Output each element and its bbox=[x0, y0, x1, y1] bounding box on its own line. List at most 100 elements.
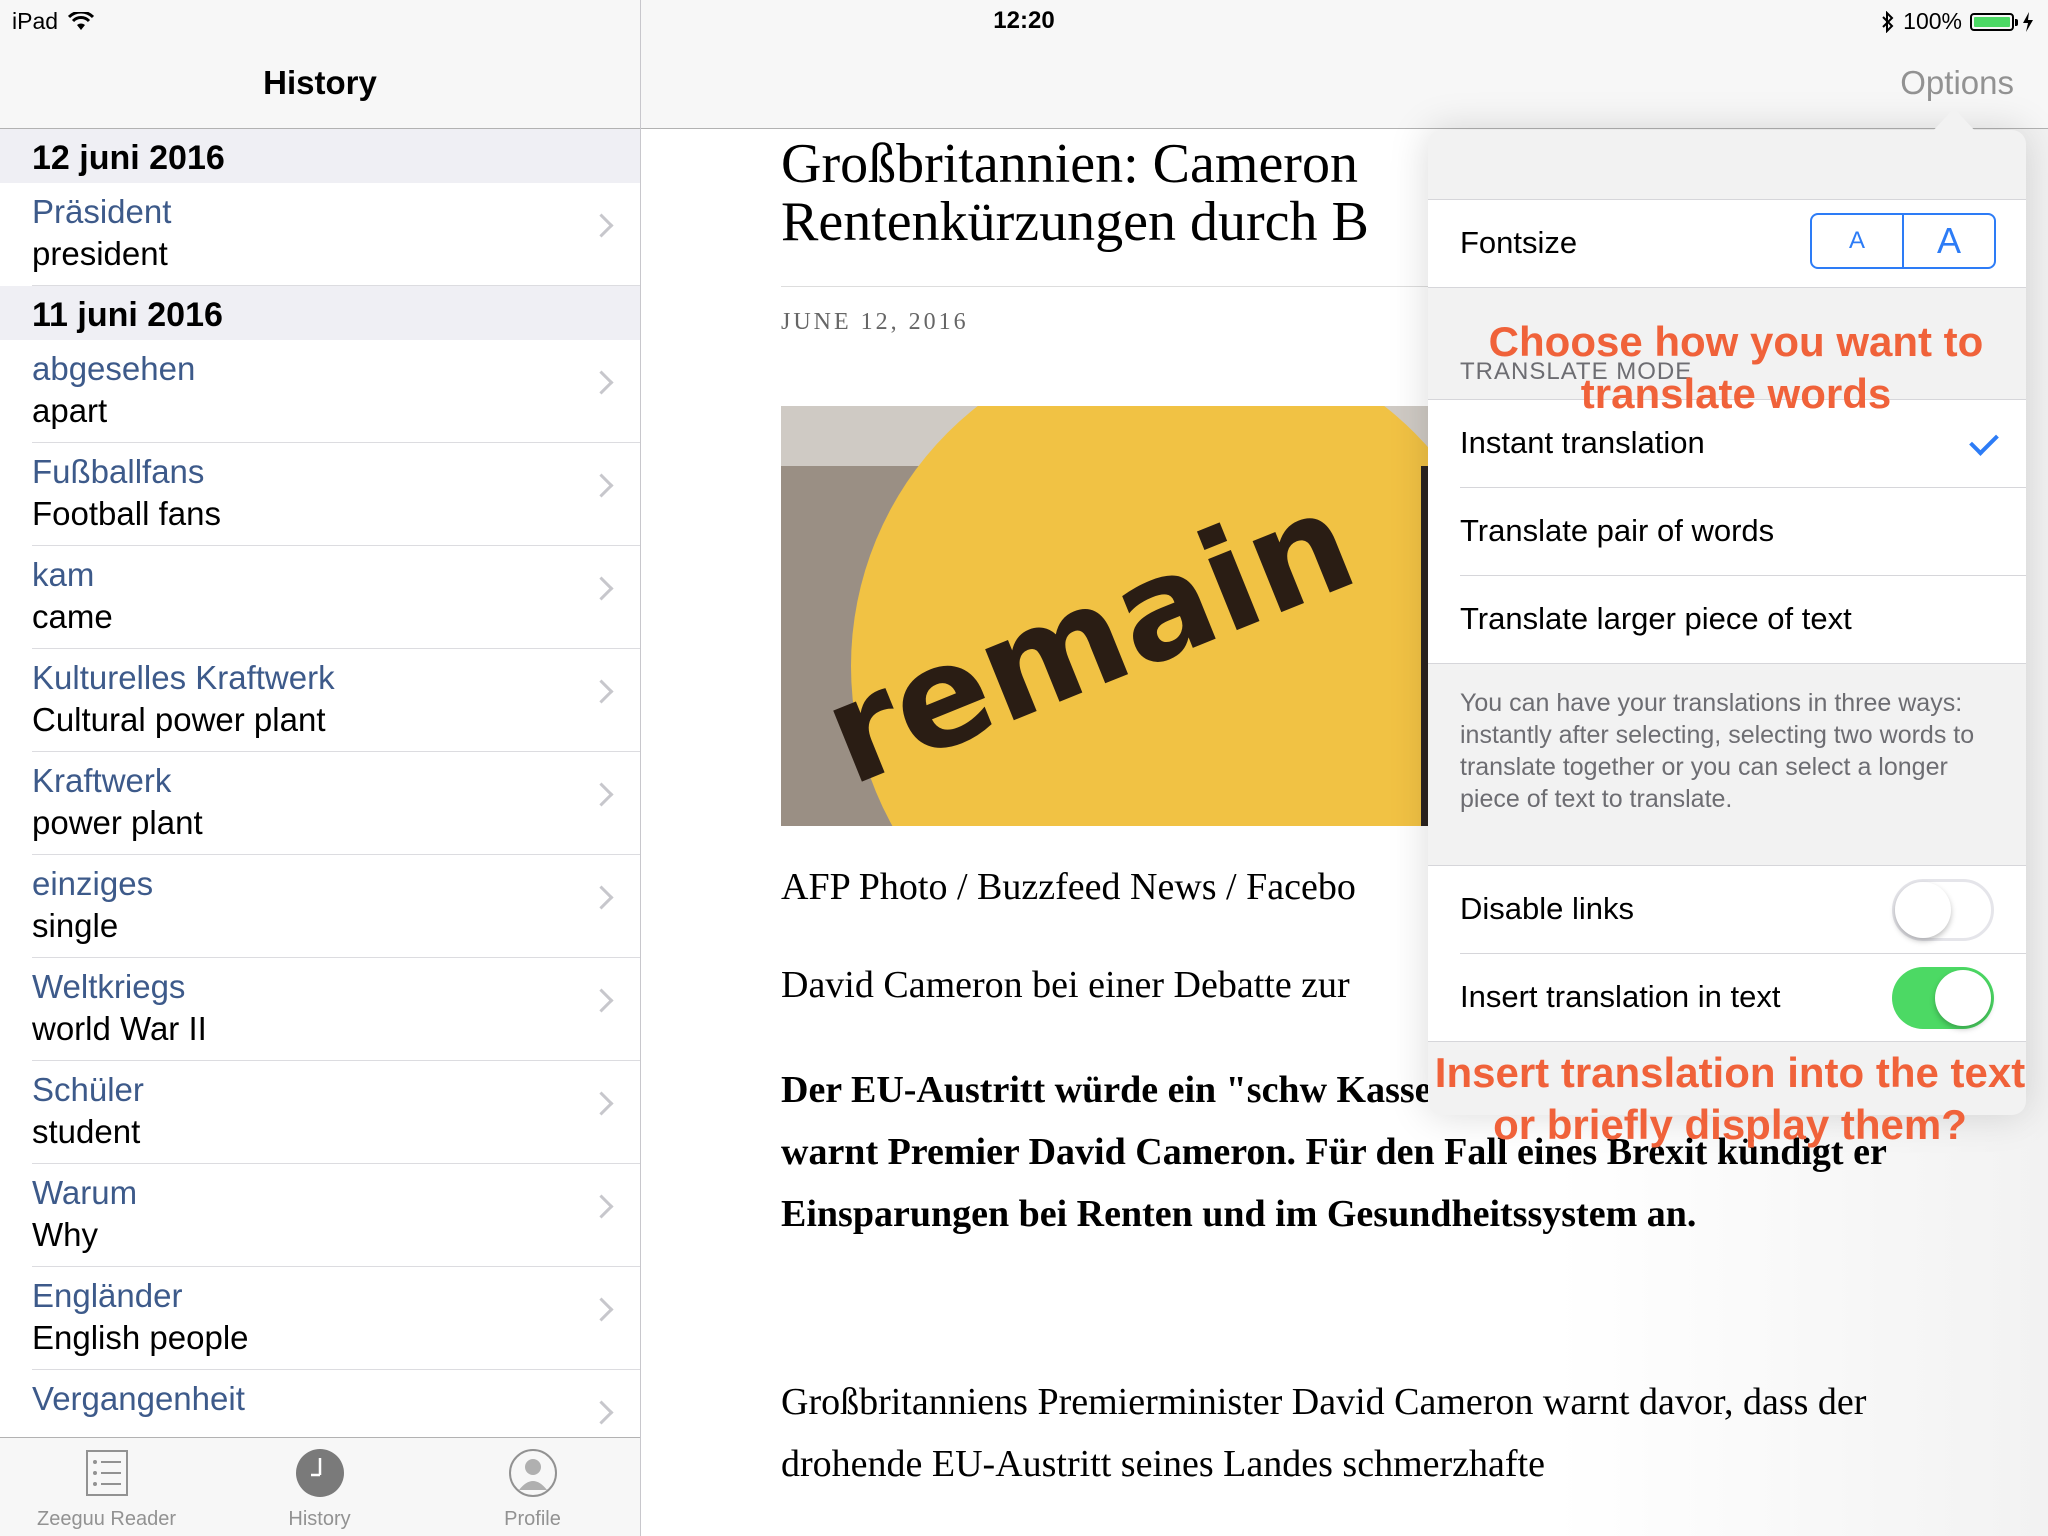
word: Warum bbox=[32, 1174, 138, 1211]
battery-icon bbox=[1970, 12, 2018, 31]
status-time: 12:20 bbox=[993, 7, 1055, 34]
fontsize-row: Fontsize A A bbox=[1460, 200, 2026, 287]
translate-mode-group: Instant translation Translate pair of wo… bbox=[1428, 399, 2026, 664]
list-item[interactable]: Vergangenheit bbox=[32, 1370, 640, 1437]
translation: student bbox=[32, 1113, 141, 1150]
list-item[interactable]: Warum Why bbox=[32, 1164, 640, 1267]
history-panel: History 12 juni 2016 Präsident president… bbox=[0, 0, 641, 1536]
font-larger-button[interactable]: A bbox=[1904, 215, 1994, 267]
person-icon bbox=[508, 1449, 557, 1497]
word: Fußballfans bbox=[32, 453, 205, 490]
article-image: remain bbox=[781, 406, 1501, 826]
disable-links-row: Disable links bbox=[1460, 866, 2026, 954]
word: Weltkriegs bbox=[32, 968, 186, 1005]
insert-translation-toggle[interactable] bbox=[1892, 967, 1994, 1029]
chevron-right-icon bbox=[589, 885, 614, 910]
tab-label: Zeeguu Reader bbox=[37, 1508, 176, 1530]
list-item[interactable]: abgesehen apart bbox=[32, 340, 640, 443]
article-date: JUNE 12, 2016 bbox=[781, 309, 969, 335]
remain-sign-image: remain bbox=[781, 406, 1501, 826]
mode-label: Translate larger piece of text bbox=[1460, 601, 1852, 636]
list-item[interactable]: Kraftwerk power plant bbox=[32, 752, 640, 855]
translation: apart bbox=[32, 392, 108, 429]
translation: English people bbox=[32, 1319, 249, 1356]
mode-pair[interactable]: Translate pair of words bbox=[1460, 488, 2026, 576]
mode-label: Instant translation bbox=[1460, 425, 1705, 460]
list-item[interactable]: Weltkriegs world War II bbox=[32, 958, 640, 1061]
section-header: 12 juni 2016 bbox=[0, 129, 640, 183]
toggle-knob bbox=[1935, 970, 1991, 1026]
fontsize-segmented-control: A A bbox=[1810, 213, 1996, 269]
section-header: 11 juni 2016 bbox=[0, 286, 640, 340]
tab-profile[interactable]: Profile bbox=[426, 1438, 639, 1536]
list-icon bbox=[85, 1450, 128, 1496]
word: Kulturelles Kraftwerk bbox=[32, 659, 335, 696]
chevron-right-icon bbox=[589, 1400, 614, 1425]
battery-level bbox=[1974, 16, 2010, 27]
word: Kraftwerk bbox=[32, 762, 172, 799]
chevron-right-icon bbox=[589, 988, 614, 1013]
translation: power plant bbox=[32, 804, 203, 841]
list-item[interactable]: Schüler student bbox=[32, 1061, 640, 1164]
options-popover: Fontsize A A TRANSLATE MODE Instant tran… bbox=[1428, 130, 2026, 1115]
chevron-right-icon bbox=[589, 473, 614, 498]
translation: Football fans bbox=[32, 495, 221, 532]
checkmark-icon bbox=[1969, 426, 1999, 456]
annotation-translate-mode: Choose how you want to translate words bbox=[1488, 318, 1984, 417]
image-credit: AFP Photo / Buzzfeed News / Facebo bbox=[781, 866, 1356, 908]
bluetooth-icon bbox=[1882, 10, 1894, 33]
insert-translation-row: Insert translation in text bbox=[1460, 954, 2026, 1041]
translation: single bbox=[32, 907, 119, 944]
word: abgesehen bbox=[32, 350, 196, 387]
font-smaller-button[interactable]: A bbox=[1812, 215, 1904, 267]
chevron-right-icon bbox=[589, 782, 614, 807]
status-bar: iPad 12:20 100% bbox=[0, 0, 2048, 40]
list-item[interactable]: Engländer English people bbox=[32, 1267, 640, 1370]
toggles-group: Disable links Insert translation in text bbox=[1428, 865, 2026, 1042]
fontsize-group: Fontsize A A bbox=[1428, 199, 2026, 288]
list-item[interactable]: Präsident president bbox=[32, 183, 640, 286]
translation: world War II bbox=[32, 1010, 207, 1047]
chevron-right-icon bbox=[589, 1091, 614, 1116]
translation: president bbox=[32, 235, 168, 272]
word: Präsident bbox=[32, 193, 172, 230]
battery-percent: 100% bbox=[1903, 8, 1962, 34]
article-body[interactable]: Großbritanniens Premierminister David Ca… bbox=[781, 1371, 1921, 1495]
list-item[interactable]: Fußballfans Football fans bbox=[32, 443, 640, 546]
options-button[interactable]: Options bbox=[1900, 64, 2014, 102]
mode-label: Translate pair of words bbox=[1460, 513, 1775, 548]
chevron-right-icon bbox=[589, 213, 614, 238]
toggle-label: Insert translation in text bbox=[1460, 979, 1781, 1014]
page-title: History bbox=[263, 64, 377, 101]
status-right: 100% bbox=[1881, 8, 2034, 35]
word: einziges bbox=[32, 865, 154, 902]
image-caption: David Cameron bei einer Debatte zur bbox=[781, 964, 1350, 1006]
clock-icon bbox=[295, 1449, 344, 1497]
word: kam bbox=[32, 556, 95, 593]
chevron-right-icon bbox=[589, 370, 614, 395]
mode-larger[interactable]: Translate larger piece of text bbox=[1460, 576, 2026, 663]
tab-label: History bbox=[288, 1508, 351, 1530]
tab-zeeguu-reader[interactable]: Zeeguu Reader bbox=[0, 1438, 213, 1536]
tab-history[interactable]: History bbox=[213, 1438, 426, 1536]
disable-links-toggle[interactable] bbox=[1892, 879, 1994, 941]
toggle-knob bbox=[1895, 882, 1951, 938]
list-item[interactable]: kam came bbox=[32, 546, 640, 649]
list-item[interactable]: Kulturelles Kraftwerk Cultural power pla… bbox=[32, 649, 640, 752]
chevron-right-icon bbox=[589, 576, 614, 601]
fontsize-label: Fontsize bbox=[1460, 225, 1578, 260]
word: Schüler bbox=[32, 1071, 144, 1108]
chevron-right-icon bbox=[589, 1297, 614, 1322]
translation: came bbox=[32, 598, 113, 635]
tab-label: Profile bbox=[504, 1508, 561, 1530]
list-item[interactable]: einziges single bbox=[32, 855, 640, 958]
popover-arrow bbox=[1932, 108, 1976, 132]
chevron-right-icon bbox=[589, 679, 614, 704]
charging-icon bbox=[2023, 11, 2033, 32]
chevron-right-icon bbox=[589, 1194, 614, 1219]
tab-bar: Zeeguu Reader History Profile bbox=[0, 1437, 640, 1536]
translation: Cultural power plant bbox=[32, 701, 326, 738]
annotation-insert-translation: Insert translation into the text or brie… bbox=[1434, 1049, 2026, 1148]
toggle-label: Disable links bbox=[1460, 891, 1635, 926]
history-list[interactable]: 12 juni 2016 Präsident president 11 juni… bbox=[0, 129, 640, 1437]
